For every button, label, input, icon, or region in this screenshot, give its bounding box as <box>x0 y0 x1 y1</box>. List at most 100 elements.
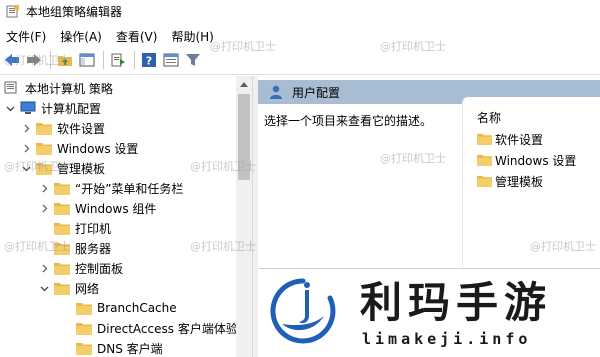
tree-scrollbar[interactable] <box>236 76 252 357</box>
properties-icon <box>163 53 179 67</box>
tree-item-server[interactable]: 服务器 <box>54 238 111 258</box>
column-header-name[interactable]: 名称 <box>477 109 501 126</box>
tree-label: DNS 客户端 <box>97 341 163 356</box>
scroll-up-button[interactable] <box>236 76 252 92</box>
details-header-title: 用户配置 <box>292 85 341 100</box>
folder-icon <box>477 133 492 145</box>
help-button[interactable]: ? <box>139 50 159 70</box>
tree-label: 控制面板 <box>75 261 124 276</box>
tree-label: Windows 设置 <box>57 141 139 156</box>
folder-icon <box>76 321 92 335</box>
tree-label: 网络 <box>75 281 100 296</box>
scroll-thumb[interactable] <box>238 94 250 180</box>
tree-item-admin-templates[interactable]: 管理模板 <box>20 158 105 178</box>
tree-item-windows-components[interactable]: Windows 组件 <box>38 198 156 218</box>
computer-policy-icon <box>4 81 20 95</box>
tree-item-branchcache[interactable]: BranchCache <box>76 298 177 318</box>
chevron-right-icon[interactable] <box>20 122 32 134</box>
console-tree-icon <box>79 53 95 67</box>
logo-emblem-icon <box>270 278 336 344</box>
up-folder-button[interactable] <box>55 50 75 70</box>
group-policy-app-icon <box>6 5 19 18</box>
menu-help[interactable]: 帮助(H) <box>169 28 219 45</box>
list-item-software-settings[interactable]: 软件设置 <box>477 130 543 148</box>
chevron-right-icon[interactable] <box>38 202 50 214</box>
tree-label: 软件设置 <box>57 121 106 136</box>
folder-icon <box>36 141 52 155</box>
tree-item-control-panel[interactable]: 控制面板 <box>38 258 123 278</box>
folder-icon <box>477 175 492 187</box>
folder-icon <box>36 161 52 175</box>
list-item-label: 软件设置 <box>495 132 544 147</box>
folder-icon <box>54 281 70 295</box>
tree-item-software-settings[interactable]: 软件设置 <box>20 118 105 138</box>
toolbar-separator <box>103 51 104 69</box>
tree-item-printers[interactable]: 打印机 <box>54 218 111 238</box>
chevron-right-icon[interactable] <box>20 142 32 154</box>
list-item-label: Windows 设置 <box>495 153 577 168</box>
chevron-down-icon[interactable] <box>4 102 16 114</box>
tree-label: 打印机 <box>75 221 112 236</box>
menu-bar: 文件(F) 操作(A) 查看(V) 帮助(H) <box>0 26 600 46</box>
export-list-button[interactable] <box>108 50 128 70</box>
chevron-down-icon[interactable] <box>38 282 50 294</box>
folder-icon <box>54 181 70 195</box>
help-icon: ? <box>142 53 156 68</box>
filter-button[interactable] <box>183 50 203 70</box>
logo-text-cn: 利玛手游 <box>360 278 553 327</box>
tree-label: 计算机配置 <box>41 101 102 116</box>
chevron-right-icon[interactable] <box>38 182 50 194</box>
svg-text:?: ? <box>146 55 152 68</box>
name-list: 名称 软件设置 Windows 设置 管理模板 <box>462 97 600 267</box>
toolbar: ? <box>0 48 600 72</box>
properties-button[interactable] <box>161 50 181 70</box>
folder-icon <box>76 341 92 355</box>
tree-label: Windows 组件 <box>75 201 157 216</box>
tree-item-windows-settings[interactable]: Windows 设置 <box>20 138 138 158</box>
tree-item-start-menu-taskbar[interactable]: “开始”菜单和任务栏 <box>38 178 183 198</box>
computer-icon <box>20 101 36 115</box>
description-text: 选择一个项目来查看它的描述。 <box>264 114 433 128</box>
back-arrow-icon <box>5 54 19 66</box>
toolbar-separator <box>134 51 135 69</box>
folder-icon <box>477 154 492 166</box>
folder-icon <box>36 121 52 135</box>
show-hide-tree-button[interactable] <box>77 50 97 70</box>
menu-action[interactable]: 操作(A) <box>58 28 108 45</box>
tree-label: 服务器 <box>75 241 112 256</box>
up-folder-icon <box>58 56 72 66</box>
tree-item-computer-config[interactable]: 计算机配置 <box>4 98 101 118</box>
menu-file[interactable]: 文件(F) <box>4 28 52 45</box>
tree-root[interactable]: 本地计算机 策略 <box>4 78 113 98</box>
tabs-divider <box>258 268 600 269</box>
export-list-icon <box>111 53 125 67</box>
tree-label: 本地计算机 策略 <box>25 81 113 96</box>
logo-text-en: limakeji.info <box>362 330 532 348</box>
list-item-windows-settings[interactable]: Windows 设置 <box>477 151 576 169</box>
chevron-down-icon[interactable] <box>20 162 32 174</box>
forward-arrow-icon <box>27 54 41 66</box>
folder-icon <box>54 221 70 235</box>
tree-item-network[interactable]: 网络 <box>38 278 99 298</box>
tree-item-directaccess[interactable]: DirectAccess 客户端体验 <box>76 318 238 338</box>
chevron-right-icon[interactable] <box>38 262 50 274</box>
filter-icon <box>186 54 200 66</box>
list-item-label: 管理模板 <box>495 174 544 189</box>
toolbar-separator <box>50 51 51 69</box>
back-button[interactable] <box>2 50 22 70</box>
folder-icon <box>54 261 70 275</box>
window-title: 本地组策略编辑器 <box>26 4 123 19</box>
console-tree: 本地计算机 策略 计算机配置 软件设置 Windows 设置 管理模板 “开始”… <box>0 76 252 357</box>
tree-label: “开始”菜单和任务栏 <box>75 181 184 196</box>
folder-icon <box>76 301 92 315</box>
chevron-up-icon <box>240 82 248 87</box>
tree-label: DirectAccess 客户端体验 <box>97 321 238 336</box>
tree-item-dns-client[interactable]: DNS 客户端 <box>76 338 163 357</box>
list-item-admin-templates[interactable]: 管理模板 <box>477 172 543 190</box>
folder-icon <box>54 241 70 255</box>
forward-button[interactable] <box>24 50 44 70</box>
tree-label: BranchCache <box>97 301 177 315</box>
title-bar: 本地组策略编辑器 <box>0 0 600 22</box>
user-config-icon <box>270 85 282 99</box>
menu-view[interactable]: 查看(V) <box>114 28 164 45</box>
